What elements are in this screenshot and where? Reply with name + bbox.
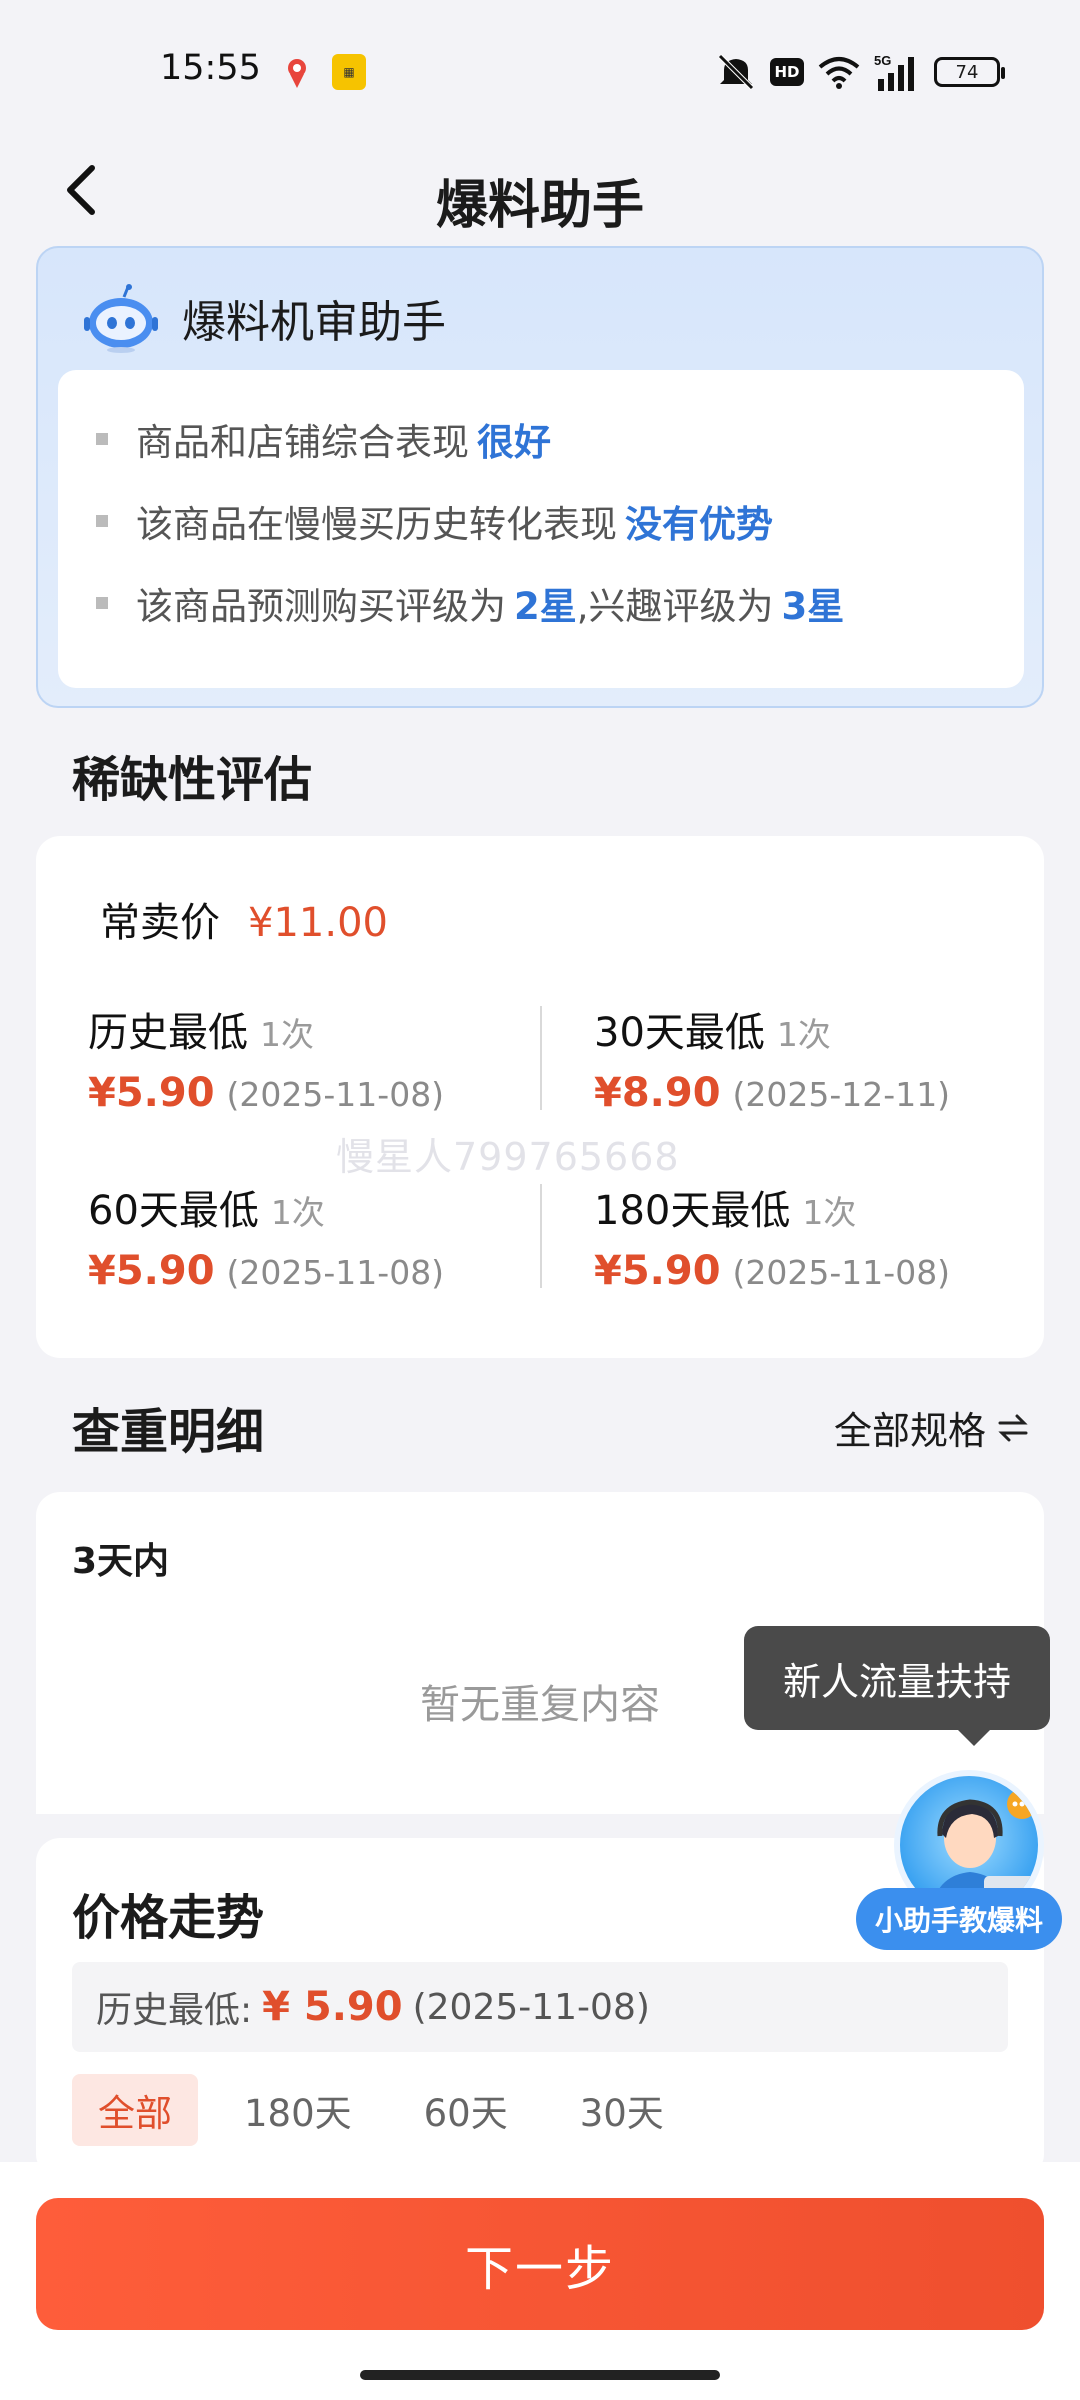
regular-price-label: 常卖价 bbox=[100, 900, 220, 946]
trend-lowest-label: 历史最低: bbox=[96, 1990, 253, 2031]
spec-toggle-label: 全部规格 bbox=[833, 1409, 986, 1453]
status-bar: 15:55 ▦ HD 5G 74 bbox=[0, 0, 1080, 135]
stat-price: ¥5.90 bbox=[88, 1248, 215, 1294]
page-title: 爆料助手 bbox=[435, 176, 644, 236]
divider bbox=[540, 1184, 542, 1288]
stat-history-low: 历史最低 1次 ¥5.90 (2025-11-08) bbox=[88, 1000, 568, 1116]
stat-date: (2025-12-11) bbox=[732, 1075, 951, 1114]
stat-price: ¥8.90 bbox=[594, 1070, 721, 1116]
stat-count: 1次 bbox=[270, 1193, 325, 1232]
stat-count: 1次 bbox=[802, 1193, 857, 1232]
tab-30-days[interactable]: 30天 bbox=[554, 2074, 690, 2146]
swap-icon bbox=[998, 1414, 1028, 1441]
regular-price-value: ¥11.00 bbox=[248, 900, 388, 946]
nav-header: 爆料助手 bbox=[0, 135, 1080, 245]
bottom-bar: 下一步 bbox=[0, 2162, 1080, 2400]
svg-text:5G: 5G bbox=[874, 53, 891, 68]
promo-tooltip: 新人流量扶持 bbox=[744, 1626, 1050, 1746]
stat-date: (2025-11-08) bbox=[226, 1075, 445, 1114]
finding-highlight: 没有优势 bbox=[625, 503, 773, 546]
stat-date: (2025-11-08) bbox=[226, 1253, 445, 1292]
app-icon: ▦ bbox=[332, 54, 366, 90]
tab-180-days[interactable]: 180天 bbox=[218, 2074, 378, 2146]
scarcity-card: 常卖价 ¥11.00 慢星人799765668 历史最低 1次 ¥5.90 (202… bbox=[36, 836, 1044, 1358]
battery-level: 74 bbox=[955, 61, 979, 83]
ai-card-title: 爆料机审助手 bbox=[182, 297, 446, 348]
stat-label: 30天最低 bbox=[594, 1010, 765, 1056]
finding-text: 该商品在慢慢买历史转化表现 bbox=[136, 503, 617, 546]
finding-text: 商品和店铺综合表现 bbox=[136, 421, 469, 464]
divider bbox=[540, 1006, 542, 1110]
wifi-icon bbox=[818, 57, 860, 89]
scarcity-title: 稀缺性评估 bbox=[72, 752, 313, 808]
robot-icon bbox=[84, 284, 158, 353]
home-indicator[interactable] bbox=[360, 2370, 720, 2380]
next-step-button[interactable]: 下一步 bbox=[36, 2198, 1044, 2330]
duplicates-title: 查重明细 bbox=[72, 1404, 265, 1460]
ai-card-header: 爆料机审助手 bbox=[82, 278, 446, 358]
stat-label: 60天最低 bbox=[88, 1188, 259, 1234]
trend-lowest-date: (2025-11-08) bbox=[412, 1986, 650, 2028]
finding-item: 该商品在慢慢买历史转化表现 没有优势 bbox=[58, 480, 1024, 562]
finding-highlight: 很好 bbox=[477, 421, 551, 464]
signal-icon: 5G bbox=[874, 53, 914, 91]
ai-findings: 商品和店铺综合表现 很好 该商品在慢慢买历史转化表现 没有优势 该商品预测购买评… bbox=[58, 370, 1024, 688]
assistant-float-button[interactable]: 小助手教爆料 bbox=[856, 1770, 1062, 1970]
mute-icon bbox=[718, 54, 754, 90]
trend-range-tabs: 全部 180天 60天 30天 bbox=[72, 2074, 710, 2146]
assistant-label: 小助手教爆料 bbox=[856, 1888, 1062, 1950]
finding-item: 该商品预测购买评级为 2星 ,兴趣评级为 3星 bbox=[58, 562, 1024, 644]
finding-text: ,兴趣评级为 bbox=[576, 585, 774, 628]
hd-icon: HD bbox=[770, 58, 804, 86]
bullet-icon bbox=[96, 433, 108, 445]
stat-label: 180天最低 bbox=[594, 1188, 791, 1234]
stat-180day-low: 180天最低 1次 ¥5.90 (2025-11-08) bbox=[594, 1178, 1074, 1294]
watermark: 慢星人799765668 bbox=[336, 1135, 680, 1179]
spec-toggle-button[interactable]: 全部规格 bbox=[834, 1400, 1030, 1455]
status-time: 15:55 bbox=[160, 48, 261, 88]
duplicates-period: 3天内 bbox=[72, 1541, 170, 1582]
stat-date: (2025-11-08) bbox=[732, 1253, 951, 1292]
stat-60day-low: 60天最低 1次 ¥5.90 (2025-11-08) bbox=[88, 1178, 568, 1294]
stat-30day-low: 30天最低 1次 ¥8.90 (2025-12-11) bbox=[594, 1000, 1074, 1116]
ai-review-card: 爆料机审助手 商品和店铺综合表现 很好 该商品在慢慢买历史转化表现 没有优势 该… bbox=[36, 246, 1044, 708]
bullet-icon bbox=[96, 597, 108, 609]
tab-60-days[interactable]: 60天 bbox=[398, 2074, 534, 2146]
finding-highlight: 2星 bbox=[514, 585, 577, 628]
status-icons: HD 5G 74 bbox=[716, 52, 1005, 92]
finding-item: 商品和店铺综合表现 很好 bbox=[58, 398, 1024, 480]
stat-count: 1次 bbox=[776, 1015, 831, 1054]
stat-label: 历史最低 bbox=[88, 1010, 248, 1056]
trend-title: 价格走势 bbox=[72, 1890, 265, 1946]
stat-price: ¥5.90 bbox=[594, 1248, 721, 1294]
tab-all[interactable]: 全部 bbox=[72, 2074, 198, 2146]
bullet-icon bbox=[96, 515, 108, 527]
trend-lowest-price: ¥ 5.90 bbox=[262, 1984, 403, 2030]
stat-price: ¥5.90 bbox=[88, 1070, 215, 1116]
finding-text: 该商品预测购买评级为 bbox=[136, 585, 506, 628]
map-pin-icon bbox=[288, 59, 306, 88]
trend-lowest: 历史最低: ¥ 5.90 (2025-11-08) bbox=[72, 1962, 1008, 2052]
battery-icon: 74 bbox=[934, 57, 1005, 87]
regular-price: 常卖价 ¥11.00 bbox=[100, 890, 388, 948]
finding-highlight: 3星 bbox=[781, 585, 845, 628]
stat-count: 1次 bbox=[260, 1015, 314, 1054]
